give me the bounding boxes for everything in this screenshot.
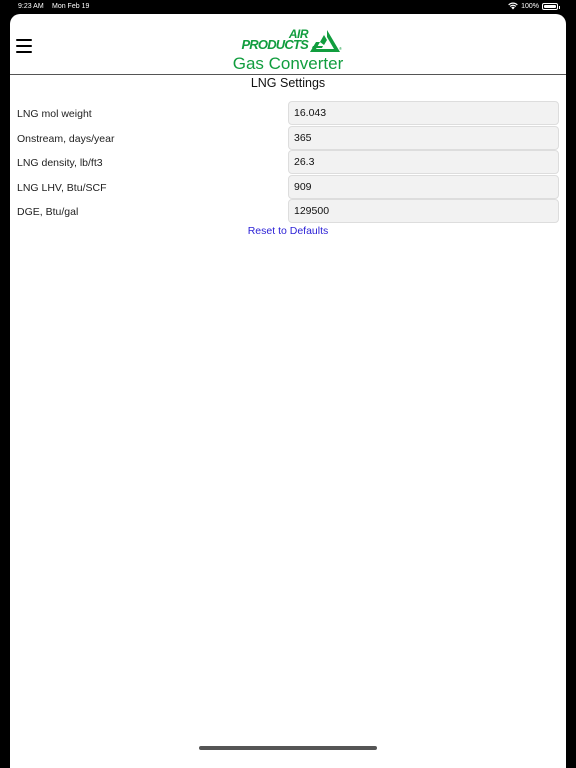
settings-row-lhv: LNG LHV, Btu/SCF [10, 174, 566, 200]
field-label: LNG LHV, Btu/SCF [17, 181, 107, 194]
logo-wordmark: AIR PRODUCTS [236, 28, 308, 52]
menu-bar-top [16, 39, 32, 41]
lng-lhv-input[interactable] [288, 174, 559, 199]
reset-to-defaults-link[interactable]: Reset to Defaults [10, 225, 566, 237]
home-indicator[interactable] [199, 746, 377, 750]
settings-row-density: LNG density, lb/ft3 [10, 150, 566, 175]
logo-line2: PRODUCTS [241, 37, 308, 52]
menu-bar-middle [16, 45, 32, 47]
logo-mark-icon [310, 30, 340, 52]
settings-row-dge: DGE, Btu/gal [10, 199, 566, 224]
settings-form: LNG mol weight Onstream, days/year LNG d… [10, 101, 566, 224]
logo-registered: ® [339, 46, 342, 51]
battery-percent: 100% [521, 2, 539, 10]
hamburger-menu-icon[interactable] [16, 39, 32, 53]
app-window: AIR PRODUCTS ® Gas Converter LNG Setting… [10, 14, 566, 768]
field-label: LNG mol weight [17, 108, 92, 120]
status-time: 9:23 AM [18, 3, 44, 10]
settings-row-onstream: Onstream, days/year [10, 125, 566, 151]
dge-input[interactable] [288, 199, 559, 223]
settings-row-mol-weight: LNG mol weight [10, 101, 566, 126]
app-header: AIR PRODUCTS ® Gas Converter [10, 14, 566, 75]
field-label: DGE, Btu/gal [17, 206, 79, 218]
field-label: Onstream, days/year [17, 132, 115, 145]
lng-mol-weight-input[interactable] [288, 101, 559, 125]
wifi-icon [508, 2, 518, 10]
page-title: LNG Settings [250, 76, 326, 90]
status-right: 100% [508, 2, 560, 10]
field-label: LNG density, lb/ft3 [17, 157, 103, 169]
status-bar: 9:23 AM Mon Feb 19 100% [0, 0, 576, 14]
menu-bar-bottom [16, 51, 32, 53]
battery-icon [542, 2, 560, 10]
lng-density-input[interactable] [288, 150, 559, 174]
battery-fill [544, 4, 556, 8]
air-products-logo: AIR PRODUCTS ® [236, 28, 344, 55]
status-date: Mon Feb 19 [52, 3, 90, 10]
onstream-days-input[interactable] [288, 125, 559, 150]
app-title: Gas Converter [232, 54, 344, 73]
